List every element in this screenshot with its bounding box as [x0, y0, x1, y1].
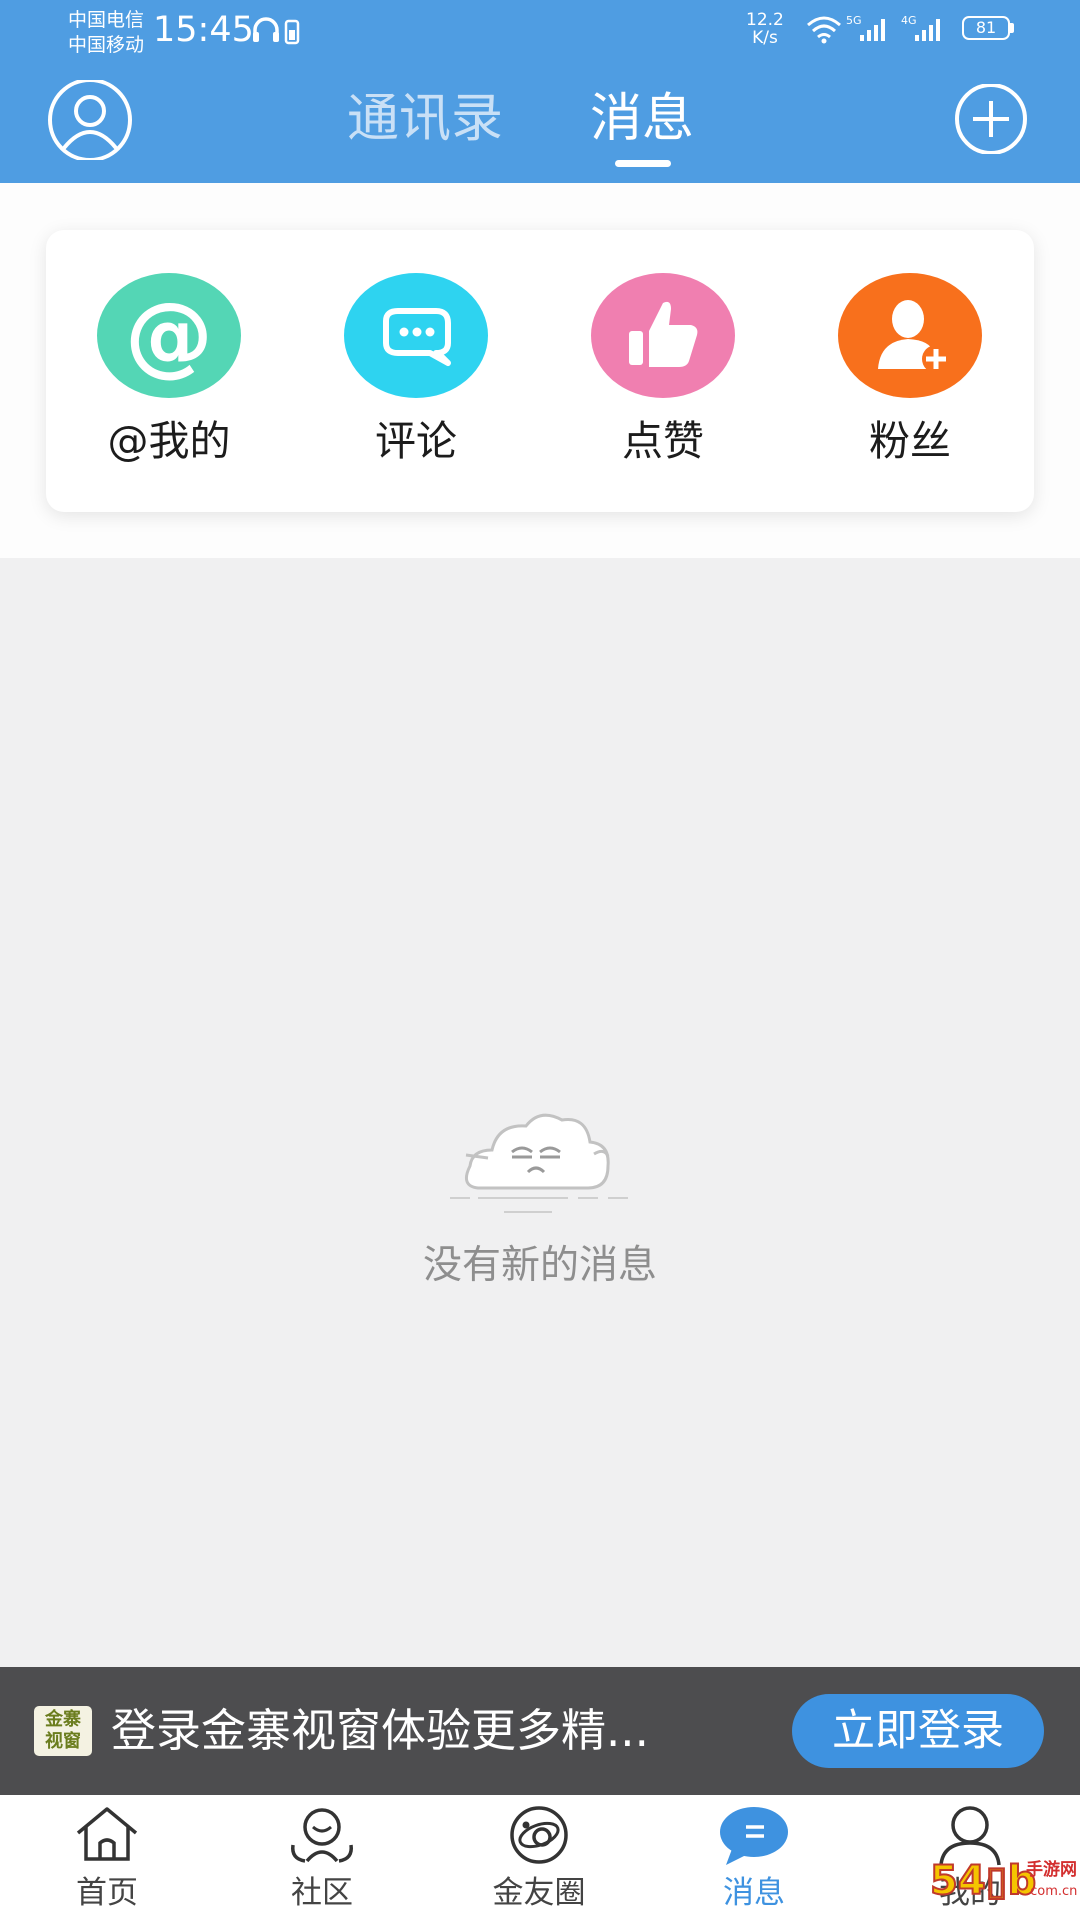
quick-action-label: 点赞 [622, 417, 704, 465]
add-user-icon [838, 273, 982, 398]
svg-text:@: @ [125, 283, 213, 386]
bottom-nav: 首页 社区 金友圈 消息 我的 [0, 1795, 1080, 1920]
net-speed-unit: K/s [752, 28, 778, 48]
nav-messages[interactable]: 消息 [669, 1795, 839, 1920]
nav-label: 社区 [291, 1875, 353, 1911]
net-speed-value: 12.2 [746, 10, 784, 30]
watermark-logo: 54▯b [929, 1857, 1037, 1905]
quick-action-label: 评论 [375, 417, 457, 465]
home-icon [76, 1807, 138, 1861]
thumbs-up-icon [591, 273, 735, 398]
tab-contacts[interactable]: 通讯录 [347, 85, 503, 153]
carrier-1: 中国电信 [68, 9, 145, 31]
login-now-button[interactable]: 立即登录 [792, 1694, 1044, 1768]
nav-label: 金友圈 [492, 1875, 586, 1911]
nav-label: 消息 [723, 1875, 785, 1911]
nav-friends-circle[interactable]: 金友圈 [454, 1795, 624, 1920]
wifi-icon [807, 16, 841, 44]
status-time: 15:45 [153, 10, 254, 50]
planet-icon [510, 1806, 568, 1864]
community-icon [291, 1808, 353, 1863]
quick-action-comments[interactable]: 评论 [326, 230, 506, 512]
nav-home[interactable]: 首页 [22, 1795, 192, 1920]
carrier-2: 中国移动 [68, 34, 145, 56]
signal-bars-2-icon [915, 19, 940, 41]
net-speed: 12.2 K/s [746, 11, 784, 47]
empty-state-text: 没有新的消息 [422, 1243, 657, 1288]
at-icon: @ [97, 273, 241, 398]
app-logo: 金寨 视窗 [34, 1706, 92, 1756]
quick-action-label: 粉丝 [869, 417, 951, 465]
logo-text-1: 金寨 [45, 1709, 81, 1730]
plus-circle-icon[interactable] [954, 84, 1028, 154]
quick-action-at-me[interactable]: @ @我的 [79, 230, 259, 512]
quick-action-likes[interactable]: 点赞 [573, 230, 753, 512]
chat-bubble-icon [344, 273, 488, 398]
site-watermark: 54▯b 手游网 .com.cn [929, 1852, 1078, 1918]
tab-active-indicator [615, 160, 671, 167]
user-circle-icon[interactable] [44, 80, 136, 160]
logo-text-2: 视窗 [45, 1731, 81, 1752]
tab-messages[interactable]: 消息 [590, 85, 694, 153]
headphone-battery-icon [253, 17, 300, 45]
nav-community[interactable]: 社区 [237, 1795, 407, 1920]
watermark-domain: .com.cn [1026, 1884, 1078, 1899]
sleepy-cloud-icon [450, 1113, 628, 1213]
login-prompt-text: 登录金寨视窗体验更多精... [111, 1704, 649, 1757]
quick-action-fans[interactable]: 粉丝 [820, 230, 1000, 512]
signal-bars-1-icon [860, 19, 885, 41]
nav-label: 首页 [76, 1875, 138, 1911]
battery-tip [1010, 23, 1014, 33]
watermark-site: 手游网 [1026, 1860, 1077, 1880]
quick-action-label: @我的 [107, 417, 231, 465]
quick-actions-card: @ @我的 评论 点赞 粉丝 [46, 230, 1034, 512]
status-carriers: 中国电信 中国移动 [68, 8, 144, 58]
message-icon [720, 1807, 788, 1865]
app-header: 中国电信 中国移动 15:45 12.2 K/s 5G 4G 81 通讯录 消息 [0, 0, 1080, 183]
battery-level: 81 [962, 16, 1010, 40]
